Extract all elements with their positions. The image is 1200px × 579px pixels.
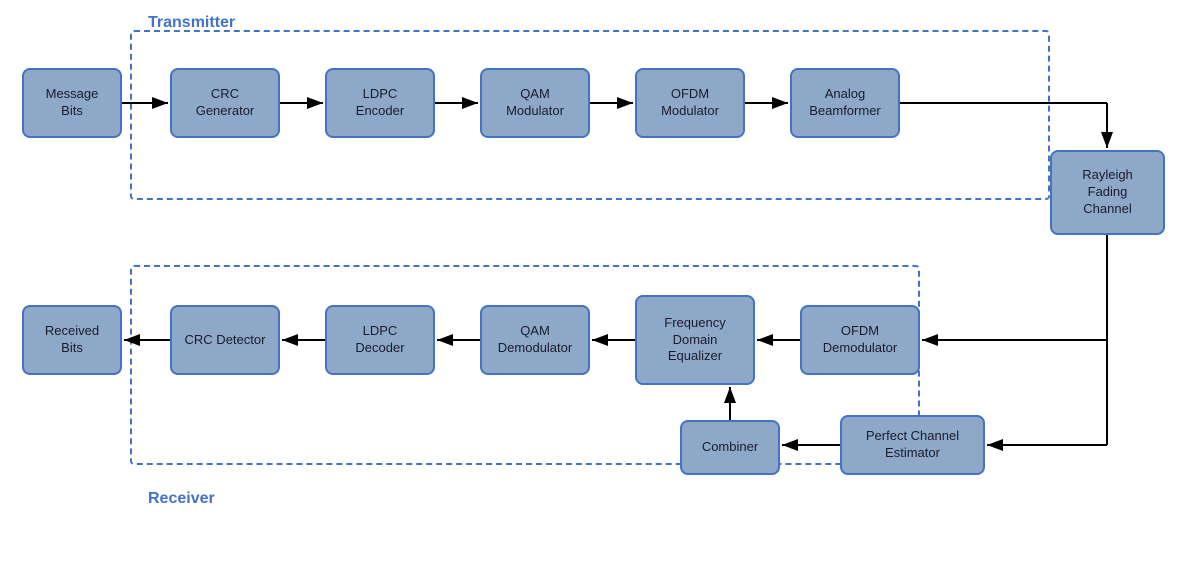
receiver-label: Receiver [148,490,215,508]
perfect-channel-est-block: Perfect ChannelEstimator [840,415,985,475]
freq-domain-eq-block: FrequencyDomainEqualizer [635,295,755,385]
ofdm-modulator-block: OFDMModulator [635,68,745,138]
ldpc-encoder-block: LDPCEncoder [325,68,435,138]
rayleigh-channel-block: RayleighFadingChannel [1050,150,1165,235]
combiner-block: Combiner [680,420,780,475]
crc-generator-block: CRCGenerator [170,68,280,138]
qam-modulator-block: QAMModulator [480,68,590,138]
diagram-container: Transmitter Receiver MessageBits CRCGene… [0,0,1200,579]
received-bits-block: ReceivedBits [22,305,122,375]
analog-beamformer-block: AnalogBeamformer [790,68,900,138]
crc-detector-block: CRC Detector [170,305,280,375]
message-bits-block: MessageBits [22,68,122,138]
qam-demodulator-block: QAMDemodulator [480,305,590,375]
ldpc-decoder-block: LDPCDecoder [325,305,435,375]
ofdm-demodulator-block: OFDMDemodulator [800,305,920,375]
transmitter-label: Transmitter [148,14,235,32]
